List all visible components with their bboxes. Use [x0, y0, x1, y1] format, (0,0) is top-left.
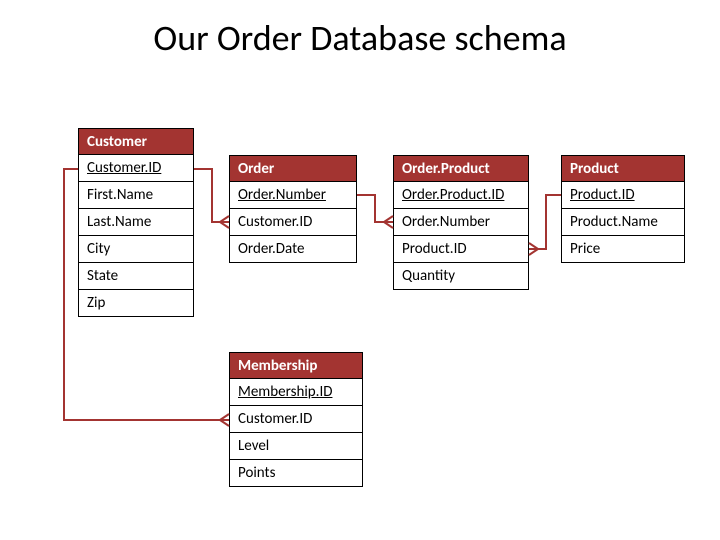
table-order: Order Order.Number Customer.ID Order.Dat… — [229, 155, 357, 263]
table-orderproduct: Order.Product Order.Product.ID Order.Num… — [393, 155, 529, 290]
table-product: Product Product.ID Product.Name Price — [561, 155, 685, 263]
table-row: Customer.ID — [78, 155, 194, 182]
table-row: Order.Number — [393, 209, 529, 236]
table-row: Order.Product.ID — [393, 182, 529, 209]
table-header: Product — [561, 155, 685, 182]
table-header: Order — [229, 155, 357, 182]
table-customer: Customer Customer.ID First.Name Last.Nam… — [78, 128, 194, 317]
table-row: Quantity — [393, 263, 529, 290]
page-title: Our Order Database schema — [0, 16, 720, 60]
table-row: Product.ID — [561, 182, 685, 209]
table-row: Last.Name — [78, 209, 194, 236]
table-row: First.Name — [78, 182, 194, 209]
table-row: Customer.ID — [229, 209, 357, 236]
table-header: Customer — [78, 128, 194, 155]
table-row: Zip — [78, 290, 194, 317]
table-row: Level — [229, 433, 363, 460]
table-header: Membership — [229, 352, 363, 379]
table-row: Product.ID — [393, 236, 529, 263]
table-row: Points — [229, 460, 363, 487]
table-row: Product.Name — [561, 209, 685, 236]
table-row: City — [78, 236, 194, 263]
table-row: Order.Number — [229, 182, 357, 209]
table-row: Order.Date — [229, 236, 357, 263]
table-header: Order.Product — [393, 155, 529, 182]
table-membership: Membership Membership.ID Customer.ID Lev… — [229, 352, 363, 487]
table-row: Price — [561, 236, 685, 263]
table-row: Customer.ID — [229, 406, 363, 433]
table-row: State — [78, 263, 194, 290]
table-row: Membership.ID — [229, 379, 363, 406]
